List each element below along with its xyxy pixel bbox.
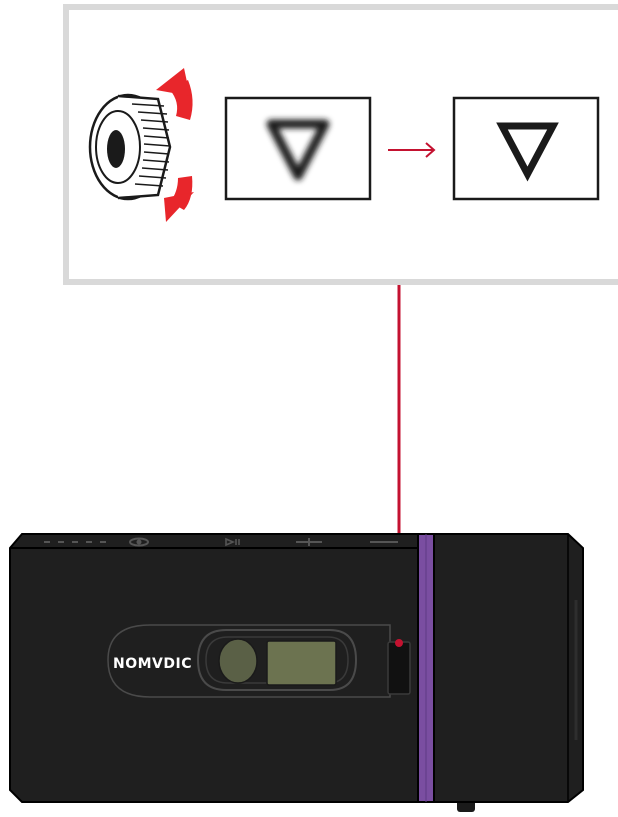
projector-lens	[218, 638, 258, 684]
focus-dial-icon	[88, 93, 172, 201]
sharp-image-frame	[452, 96, 600, 201]
blurry-image-frame	[224, 96, 372, 201]
projector-body: NOMVDIC	[9, 533, 584, 812]
focus-wheel[interactable]	[387, 641, 411, 695]
brand-logo: NOMVDIC	[113, 656, 192, 672]
focus-adjustment-diagram: NOMVDIC	[9, 4, 618, 812]
callout-target-dot	[395, 639, 403, 647]
sensor-window	[266, 640, 337, 686]
